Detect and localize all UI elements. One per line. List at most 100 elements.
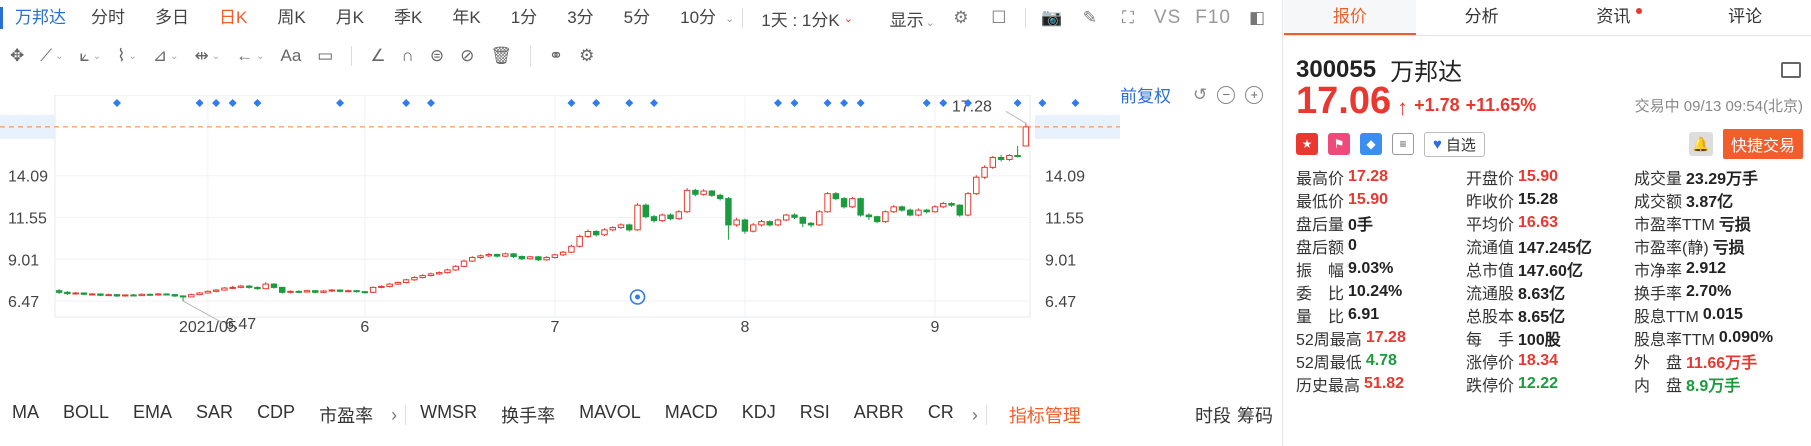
chevron-down-icon: ⌄ [170, 50, 179, 62]
quote-field: 历史最高 51.82 [1296, 375, 1466, 395]
indicator-item[interactable]: BOLL [51, 402, 121, 428]
zoom-in-icon[interactable]: + [1245, 85, 1264, 104]
indicator-item[interactable]: CR [916, 402, 966, 428]
channel-tool-icon[interactable]: ⟀ ⌄ [74, 42, 108, 70]
undo-icon[interactable]: ↺ [1193, 85, 1207, 105]
indicator-item[interactable]: ARBR [842, 402, 916, 428]
period-tab[interactable]: 周K [262, 0, 320, 36]
indicator-item[interactable]: EMA [121, 402, 184, 428]
measure-tool-icon[interactable]: ⇹ ⌄ [188, 42, 226, 70]
indicator-item[interactable]: 换手率 [489, 402, 567, 428]
price-change: +1.78 [1414, 95, 1460, 115]
candle-up [262, 283, 269, 290]
hide-icon[interactable]: ⊘ [454, 42, 480, 70]
chevron-down-icon[interactable]: ⌄ [844, 12, 853, 25]
period-tab[interactable]: 5分 [609, 0, 665, 36]
chevron-right-icon[interactable]: › [385, 405, 403, 426]
pencil-icon[interactable]: ✎ [1078, 6, 1102, 30]
period-tab[interactable]: 多日 [140, 0, 204, 36]
candle-up [221, 287, 228, 291]
candle-down [948, 203, 955, 206]
bell-icon[interactable]: 🔔 [1688, 132, 1713, 156]
quote-tab[interactable]: 报价 [1284, 0, 1416, 35]
magnet-icon[interactable]: ∩ [396, 42, 420, 70]
indicator-item[interactable]: MA [0, 402, 51, 428]
indicator-item[interactable]: MACD [653, 402, 730, 428]
quote-tab[interactable]: 评论 [1679, 0, 1811, 35]
menu-icon[interactable] [1781, 61, 1801, 78]
trash-icon[interactable]: 🗑 [484, 42, 518, 70]
quote-field-label: 流通股 [1466, 286, 1515, 304]
quote-field-value: 147.245亿 [1518, 240, 1592, 258]
link-icon[interactable]: ⚭ [543, 42, 569, 70]
add-watchlist-button[interactable]: ♥ 自选 [1424, 131, 1485, 157]
event-marker [567, 99, 576, 107]
stock-name-tab[interactable]: 万邦达 [0, 7, 76, 29]
fibonacci-tool-icon[interactable]: ⊿ ⌄ [147, 42, 185, 70]
tag-icon[interactable]: ◆ [1360, 133, 1382, 155]
tail-option[interactable]: 筹码 [1237, 402, 1273, 428]
angle-tool-icon[interactable]: ∠ [364, 42, 391, 70]
indicator-item[interactable]: MAVOL [567, 402, 653, 428]
indicator-item[interactable]: 市盈率 [307, 402, 385, 428]
chart-tools: 显示 ⌄ ⚙ ☐ 📷 ✎ ⛶ VS F10 ◧ [890, 6, 1283, 31]
period-tab[interactable]: 月K [321, 0, 379, 36]
quote-tab[interactable]: 资讯 [1548, 0, 1680, 35]
display-menu[interactable]: 显示 ⌄ [890, 6, 935, 31]
zoom-out-icon[interactable]: − [1217, 85, 1236, 104]
period-tab[interactable]: 日K [204, 0, 262, 36]
panel-toggle-icon[interactable]: ◧ [1245, 6, 1269, 30]
quote-field-label: 市盈率(静) [1634, 240, 1709, 258]
period-tab[interactable]: 分时 [76, 0, 140, 36]
line-tool-icon[interactable]: ⟋ ⌄ [34, 42, 69, 70]
quote-field: 每 手 100股 [1466, 329, 1634, 349]
crosshair-icon[interactable]: ✥ [4, 42, 30, 70]
indicator-item[interactable]: CDP [245, 402, 307, 428]
indicator-manager-button[interactable]: 指标管理 [989, 402, 1081, 428]
f10-button[interactable]: F10 [1195, 7, 1231, 29]
indicator-item[interactable]: KDJ [730, 402, 788, 428]
indicator-item[interactable]: WMSR [408, 402, 489, 428]
quick-trade-button[interactable]: 快捷交易 [1722, 129, 1803, 159]
quote-field-value: 8.63亿 [1518, 286, 1566, 304]
indicator-item[interactable]: RSI [788, 402, 842, 428]
gear-icon[interactable]: ⚙ [573, 42, 600, 70]
period-tab[interactable]: 年K [437, 0, 495, 36]
candle-up [568, 245, 575, 253]
eye-icon[interactable]: ⊜ [424, 42, 450, 70]
period-tab[interactable]: 季K [379, 0, 437, 36]
chevron-down-icon[interactable]: ⌄ [725, 12, 734, 25]
comment-tool-icon[interactable]: ▭ [311, 42, 339, 70]
forward-adjust-button[interactable]: 前复权 [1120, 82, 1171, 107]
tail-option[interactable]: 时段 [1195, 402, 1231, 428]
candle-up [427, 273, 435, 277]
china-flag-icon[interactable]: ★ [1296, 133, 1318, 155]
arrow-tool-icon[interactable]: ← ⌄ [230, 42, 270, 70]
candle-down [146, 293, 154, 296]
period-tab[interactable]: 10分 [665, 0, 731, 36]
camera-icon[interactable]: 📷 [1040, 6, 1064, 30]
quote-field: 成交量 23.29万手 [1634, 168, 1806, 188]
period-tab[interactable]: 1分 [496, 0, 552, 36]
quote-tab[interactable]: 分析 [1416, 0, 1548, 35]
period-tab[interactable]: 3分 [552, 0, 608, 36]
fullscreen-icon[interactable]: ⛶ [1116, 6, 1140, 30]
quote-field: 外 盘 11.66万手 [1634, 352, 1806, 373]
multi-day-select[interactable]: 1天 : 1分K [751, 6, 849, 31]
event-marker [112, 99, 121, 107]
notes-icon[interactable]: ≡ [1392, 133, 1414, 155]
chart-style-icon[interactable]: ☐ [987, 6, 1011, 30]
wave-tool-icon[interactable]: ⌇ ⌄ [111, 42, 143, 70]
settings-icon[interactable]: ⚙ [949, 6, 973, 30]
kline-chart[interactable]: 2021/05678917.0617.0614.0914.0911.5511.5… [0, 95, 1120, 335]
quote-field: 涨停价 18.34 [1466, 352, 1634, 372]
chevron-right-icon[interactable]: › [966, 405, 984, 426]
indicator-item[interactable]: SAR [184, 402, 245, 428]
vs-compare-button[interactable]: VS [1154, 7, 1181, 29]
quote-field-value: 9.03% [1348, 260, 1394, 278]
x-tick-label: 7 [550, 319, 559, 335]
text-tool-icon[interactable]: Aa [275, 42, 308, 70]
run-icon[interactable]: ⚑ [1328, 133, 1350, 155]
candle-up [1022, 126, 1030, 147]
quote-field-value: 11.66万手 [1686, 355, 1758, 373]
